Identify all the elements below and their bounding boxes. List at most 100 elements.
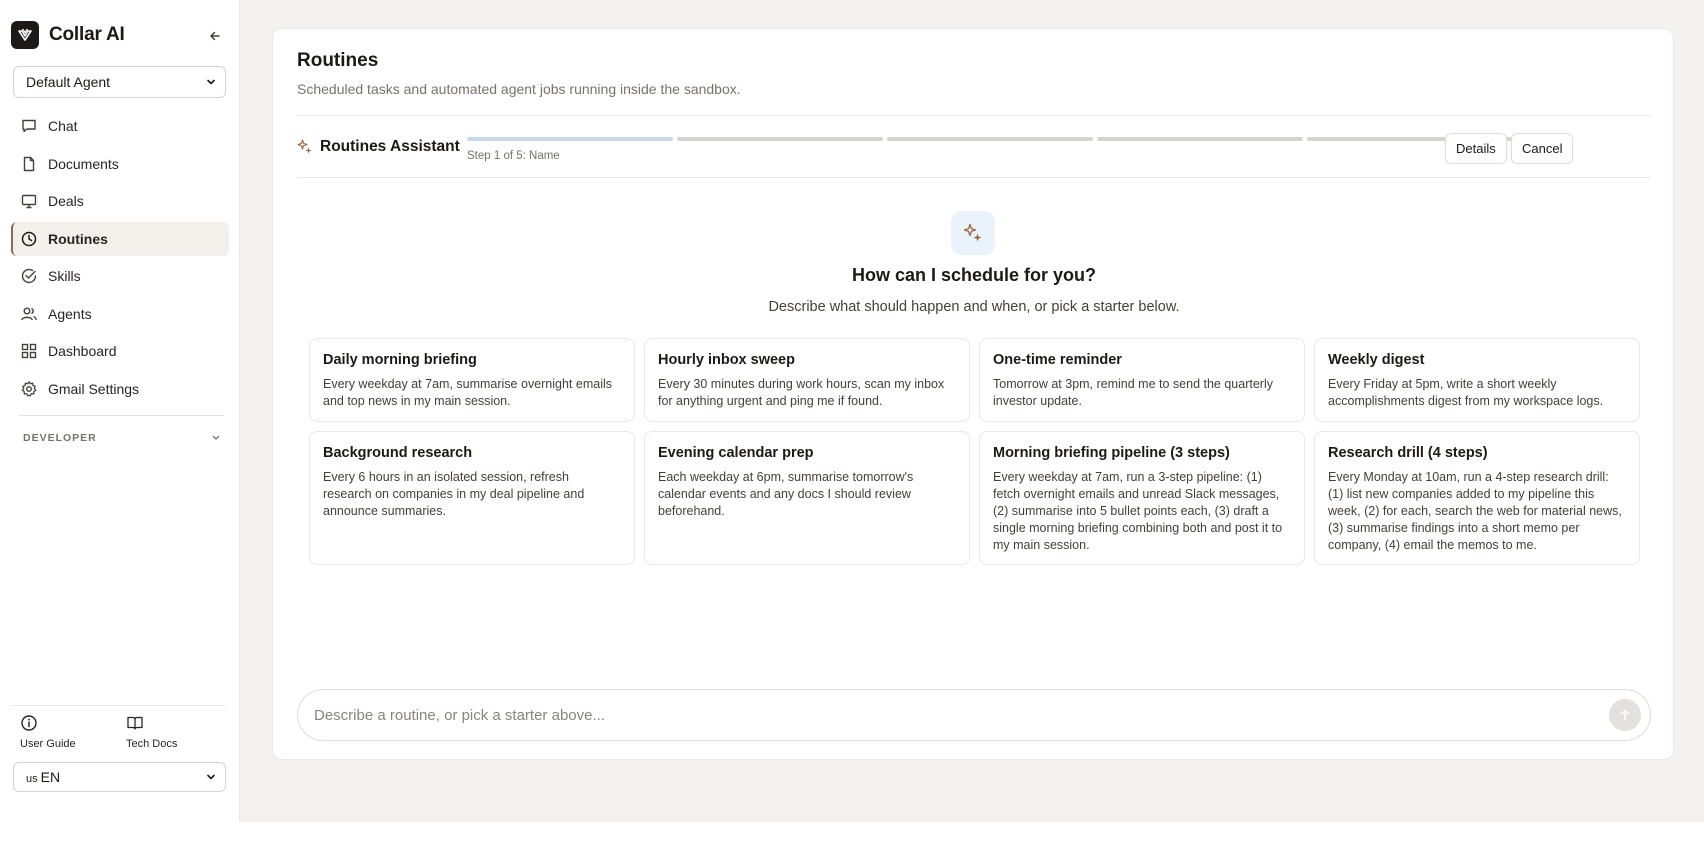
user-guide-label: User Guide — [20, 738, 76, 750]
sidebar-item-label: Routines — [48, 230, 108, 247]
main-area: Routines Scheduled tasks and automated a… — [240, 0, 1704, 822]
starter-card-title: Weekly digest — [1328, 352, 1425, 368]
routine-composer — [297, 689, 1651, 741]
starter-card-title: Background research — [323, 445, 473, 461]
language-code: EN — [40, 769, 61, 785]
sidebar: Collar AI Default Agent Chat Documents D… — [0, 0, 240, 822]
hero-subtitle: Describe what should happen and when, or… — [768, 299, 1180, 315]
sidebar-item-chat[interactable]: Chat — [11, 109, 229, 143]
sidebar-divider — [19, 415, 224, 416]
starter-card[interactable]: Research drill (4 steps) Every Monday at… — [1314, 431, 1640, 565]
assistant-divider — [297, 177, 1651, 178]
chevron-down-icon — [207, 774, 215, 780]
assistant-title: Routines Assistant — [297, 138, 460, 156]
grid-icon — [21, 343, 37, 359]
monitor-icon — [21, 194, 37, 209]
starter-card-title: Research drill (4 steps) — [1328, 445, 1488, 461]
starter-card-desc: Every 6 hours in an isolated session, re… — [323, 470, 585, 518]
hero-title: How can I schedule for you? — [851, 265, 1097, 285]
header-divider — [297, 115, 1651, 116]
starter-card-desc: Every Monday at 10am, run a 4-step resea… — [1328, 470, 1622, 552]
chat-icon — [22, 119, 36, 133]
step-bars — [467, 137, 1513, 141]
starter-card-title: Daily morning briefing — [323, 352, 477, 368]
starter-card-desc: Every weekday at 7am, run a 3-step pipel… — [993, 470, 1283, 552]
sidebar-item-routines[interactable]: Routines — [11, 221, 229, 256]
sidebar-item-label: Documents — [48, 155, 119, 172]
sidebar-item-label: Gmail Settings — [48, 380, 140, 397]
sidebar-item-agents[interactable]: Agents — [11, 297, 229, 331]
starter-card[interactable]: Morning briefing pipeline (3 steps) Ever… — [979, 431, 1305, 565]
developer-section-toggle[interactable]: DEVELOPER — [23, 432, 221, 444]
hero-sparkle-badge — [951, 211, 995, 255]
sidebar-nav: Chat Documents Deals Routines Skills Age… — [11, 109, 229, 409]
starter-card[interactable]: Daily morning briefing Every weekday at … — [309, 338, 635, 422]
sidebar-footer-links: User Guide Tech Docs — [10, 705, 226, 751]
step-bar — [887, 137, 1093, 141]
app: Collar AI Default Agent Chat Documents D… — [0, 0, 1704, 822]
starter-card[interactable]: Evening calendar prep Each weekday at 6p… — [644, 431, 970, 565]
assistant-bar: Routines Assistant Step 1 of 5: Name Det… — [297, 128, 1651, 168]
send-button[interactable] — [1609, 699, 1641, 731]
sidebar-item-gmail-settings[interactable]: Gmail Settings — [11, 372, 229, 406]
starter-card-desc: Each weekday at 6pm, summarise tomorrow'… — [658, 470, 914, 518]
sparkle-icon — [297, 139, 312, 154]
starter-card-title: Hourly inbox sweep — [658, 352, 795, 368]
starter-card[interactable]: Background research Every 6 hours in an … — [309, 431, 635, 565]
agent-select-value: Default Agent — [26, 74, 111, 90]
step-bar — [467, 137, 673, 141]
user-guide-link[interactable]: User Guide — [10, 706, 116, 751]
arrow-left-icon — [210, 31, 220, 41]
tech-docs-link[interactable]: Tech Docs — [116, 706, 222, 751]
starter-card[interactable]: Hourly inbox sweep Every 30 minutes duri… — [644, 338, 970, 422]
sparkle-icon — [963, 223, 982, 242]
sidebar-item-label: Chat — [48, 118, 78, 134]
sidebar-item-label: Dashboard — [48, 343, 117, 359]
document-icon — [23, 156, 35, 171]
routine-input[interactable] — [314, 690, 1574, 740]
step-bar — [677, 137, 883, 141]
sidebar-item-label: Deals — [48, 193, 84, 209]
starter-card-title: One-time reminder — [993, 352, 1122, 368]
logo-icon — [11, 21, 39, 49]
sidebar-item-documents[interactable]: Documents — [11, 147, 229, 181]
arrow-up-icon — [1620, 709, 1630, 721]
users-icon — [21, 307, 37, 320]
sidebar-item-skills[interactable]: Skills — [11, 259, 229, 293]
agent-select[interactable]: Default Agent — [13, 66, 226, 98]
routines-panel: Routines Scheduled tasks and automated a… — [272, 28, 1674, 760]
tech-docs-label: Tech Docs — [126, 738, 178, 750]
clock-icon — [21, 231, 37, 246]
flag-icon: us — [26, 773, 38, 785]
language-select[interactable]: us EN — [13, 762, 226, 792]
step-label: Step 1 of 5: Name — [467, 150, 560, 162]
page-subtitle: Scheduled tasks and automated agent jobs… — [297, 81, 741, 97]
gear-icon — [21, 380, 37, 396]
starter-card-desc: Every Friday at 5pm, write a short weekl… — [1328, 377, 1604, 408]
details-button[interactable]: Details — [1445, 133, 1507, 164]
starter-card-desc: Tomorrow at 3pm, remind me to send the q… — [993, 377, 1273, 408]
chevron-down-icon — [207, 79, 215, 85]
brand-name: Collar AI — [49, 24, 125, 45]
starter-card-desc: Every weekday at 7am, summarise overnigh… — [323, 377, 613, 408]
starter-card-desc: Every 30 minutes during work hours, scan… — [658, 377, 945, 408]
starter-card[interactable]: One-time reminder Tomorrow at 3pm, remin… — [979, 338, 1305, 422]
starter-card[interactable]: Weekly digest Every Friday at 5pm, write… — [1314, 338, 1640, 422]
page-title: Routines — [297, 50, 379, 71]
chevron-down-icon — [212, 435, 220, 440]
developer-section-label: DEVELOPER — [23, 432, 97, 444]
sidebar-item-deals[interactable]: Deals — [11, 184, 229, 218]
collapse-sidebar-button[interactable] — [204, 25, 226, 47]
cancel-button[interactable]: Cancel — [1511, 133, 1574, 164]
sidebar-item-label: Agents — [48, 305, 92, 322]
book-open-icon — [127, 716, 143, 730]
info-icon — [21, 715, 37, 731]
starter-card-title: Evening calendar prep — [658, 445, 814, 461]
step-bar — [1097, 137, 1303, 141]
assistant-title-label: Routines Assistant — [320, 138, 460, 155]
starter-card-title: Morning briefing pipeline (3 steps) — [993, 445, 1230, 461]
brand: Collar AI — [11, 21, 125, 49]
check-circle-icon — [21, 268, 37, 284]
language-value: us EN — [26, 769, 60, 785]
sidebar-item-dashboard[interactable]: Dashboard — [11, 334, 229, 368]
